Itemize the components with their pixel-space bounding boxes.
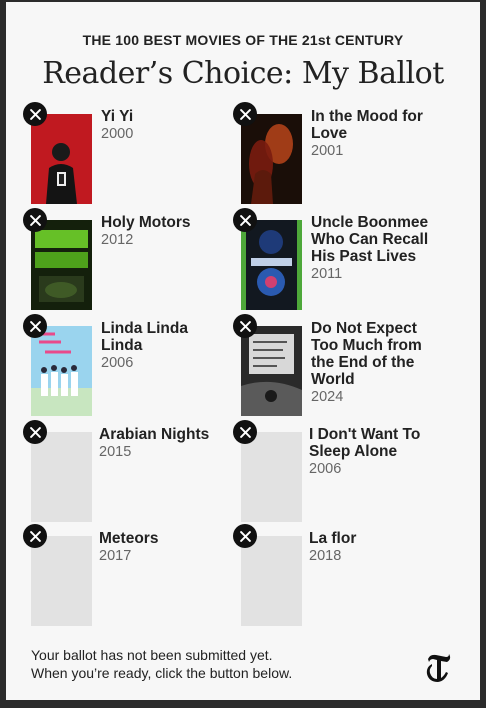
kicker: THE 100 BEST MOVIES OF THE 21st CENTURY [82,32,404,48]
close-icon [239,214,251,226]
movie-year: 2011 [311,266,343,282]
movie-title: In the Mood for Love [311,108,423,142]
remove-button[interactable] [233,420,257,444]
submission-note-line2: When you’re ready, click the button belo… [31,665,293,681]
remove-button[interactable] [23,208,47,232]
movie-title: Meteors [99,530,159,547]
remove-button[interactable] [23,102,47,126]
remove-button[interactable] [233,524,257,548]
ballot-item: La flor 2018 [233,524,451,636]
close-icon [29,530,41,542]
page-title: Reader’s Choice: My Ballot [42,56,444,91]
ballot-item: Linda Linda Linda 2006 [23,314,241,426]
poster-placeholder [31,432,92,522]
ballot-item: Arabian Nights 2015 [23,420,241,532]
submission-note: Your ballot has not been submitted yet. … [31,646,292,682]
movie-title: Do Not Expect Too Much from the End of t… [311,320,422,388]
close-icon [29,320,41,332]
ballot-item: Yi Yi 2000 [23,102,241,214]
ballot-item: I Don't Want To Sleep Alone 2006 [233,420,451,532]
close-icon [29,426,41,438]
poster-do-not-expect [241,326,302,416]
remove-button[interactable] [233,102,257,126]
ballot-item: In the Mood for Love 2001 [233,102,451,214]
poster-in-the-mood-for-love [241,114,302,204]
remove-button[interactable] [233,208,257,232]
submission-note-line1: Your ballot has not been submitted yet. [31,647,273,663]
remove-button[interactable] [23,420,47,444]
close-icon [29,214,41,226]
nyt-t-logo-icon [426,654,451,682]
ballot-card: THE 100 BEST MOVIES OF THE 21st CENTURY … [6,2,480,700]
remove-button[interactable] [23,524,47,548]
poster-placeholder [241,536,302,626]
movie-year: 2001 [311,143,344,159]
movie-title: Linda Linda Linda [101,320,188,354]
movie-year: 2012 [101,232,134,248]
movie-title: La flor [309,530,357,547]
movie-year: 2000 [101,126,134,142]
poster-holy-motors [31,220,92,310]
ballot-item: Do Not Expect Too Much from the End of t… [233,314,451,426]
movie-title: Arabian Nights [99,426,210,443]
ballot-item: Uncle Boonmee Who Can Recall His Past Li… [233,208,451,320]
remove-button[interactable] [23,314,47,338]
close-icon [239,426,251,438]
movie-title: Yi Yi [101,108,134,125]
close-icon [29,108,41,120]
ballot-item: Holy Motors 2012 [23,208,241,320]
remove-button[interactable] [233,314,257,338]
movie-title: I Don't Want To Sleep Alone [309,426,421,460]
poster-uncle-boonmee [241,220,302,310]
poster-placeholder [31,536,92,626]
movie-year: 2024 [311,389,344,405]
movie-title: Holy Motors [101,214,191,231]
poster-placeholder [241,432,302,522]
movie-year: 2018 [309,548,342,564]
poster-linda-linda-linda [31,326,92,416]
close-icon [239,320,251,332]
ballot-item: Meteors 2017 [23,524,241,636]
close-icon [239,530,251,542]
movie-title: Uncle Boonmee Who Can Recall His Past Li… [311,214,429,265]
movie-year: 2006 [309,461,342,477]
movie-year: 2006 [101,355,134,371]
poster-yi-yi [31,114,92,204]
close-icon [239,108,251,120]
movie-year: 2015 [99,444,132,460]
movie-year: 2017 [99,548,132,564]
